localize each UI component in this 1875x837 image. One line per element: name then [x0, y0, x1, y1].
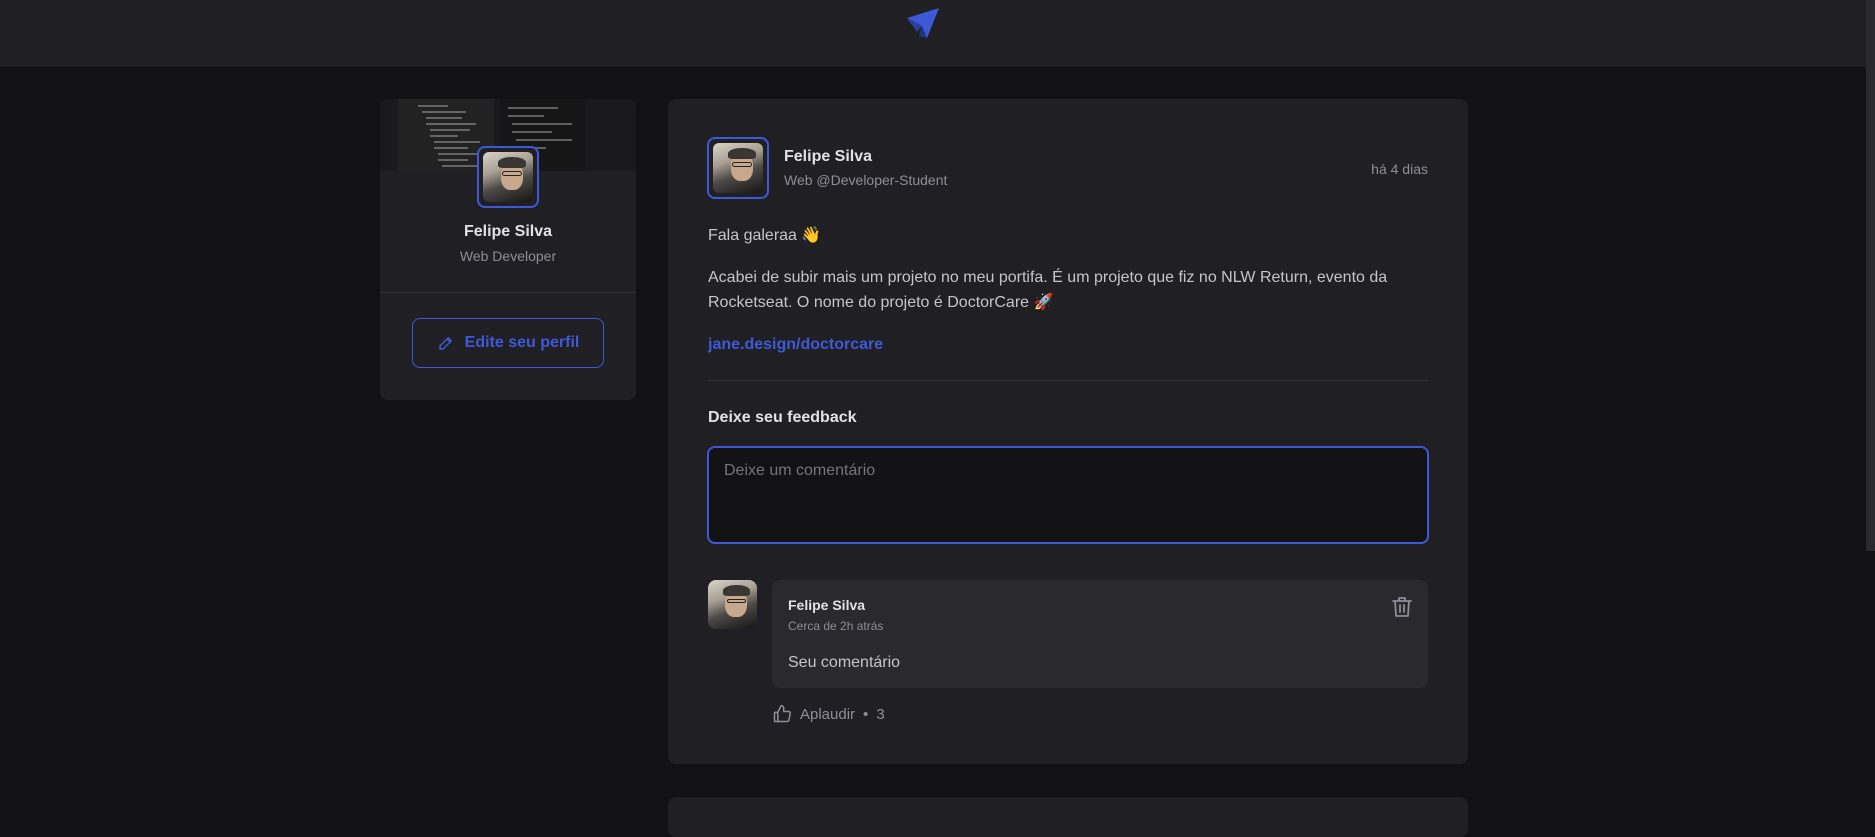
- scrollbar-track[interactable]: [1866, 0, 1875, 817]
- thumbs-up-icon: [773, 704, 791, 723]
- paper-plane-logo-icon[interactable]: [905, 6, 941, 40]
- applaud-label: Aplaudir: [800, 705, 856, 723]
- post-author-name: Felipe Silva: [784, 148, 873, 165]
- comment-text: Seu comentário: [788, 654, 901, 671]
- edit-profile-button[interactable]: Edite seu perfil: [412, 318, 604, 368]
- post-divider: [708, 380, 1428, 381]
- post-author-role: Web @Developer-Student: [784, 172, 948, 188]
- scrollbar-thumb[interactable]: [1866, 0, 1875, 551]
- avatar-photo: [713, 143, 763, 193]
- applaud-button[interactable]: Aplaudir • 3: [772, 704, 885, 724]
- post-card: Felipe Silva Web @Developer-Student há 4…: [668, 99, 1468, 764]
- edit-profile-label: Edite seu perfil: [464, 334, 580, 351]
- profile-sidebar: Felipe Silva Web Developer Edite seu per…: [380, 99, 636, 400]
- trash-icon[interactable]: [1392, 596, 1412, 618]
- next-post-card: [668, 797, 1468, 837]
- comment-box: Felipe Silva Cerca de 2h atrás Seu comen…: [772, 580, 1428, 688]
- comment-time: Cerca de 2h atrás: [788, 619, 884, 633]
- post-paragraph: Fala galeraa 👋: [708, 227, 822, 244]
- applaud-count: 3: [876, 705, 885, 723]
- avatar-photo: [483, 152, 533, 202]
- sidebar-user-role: Web Developer: [459, 248, 557, 264]
- sidebar-avatar[interactable]: [477, 146, 539, 208]
- comment-input[interactable]: [707, 446, 1429, 544]
- feedback-title: Deixe seu feedback: [708, 409, 857, 426]
- avatar-photo: [708, 580, 757, 629]
- comment-author-avatar[interactable]: [708, 580, 757, 629]
- applaud-separator: •: [863, 705, 869, 723]
- comment-author-name: Felipe Silva: [788, 597, 866, 613]
- post-paragraph: Acabei de subir mais um projeto no meu p…: [708, 269, 1388, 311]
- post-content: Fala galeraa 👋 Acabei de subir mais um p…: [708, 223, 1428, 374]
- sidebar-user-name: Felipe Silva: [463, 223, 553, 240]
- post-time[interactable]: há 4 dias: [1371, 161, 1428, 177]
- top-header: [0, 0, 1875, 67]
- post-author-avatar[interactable]: [707, 137, 769, 199]
- post-link[interactable]: jane.design/doctorcare: [708, 336, 883, 353]
- pencil-icon: [438, 337, 452, 350]
- sidebar-divider: [380, 292, 636, 293]
